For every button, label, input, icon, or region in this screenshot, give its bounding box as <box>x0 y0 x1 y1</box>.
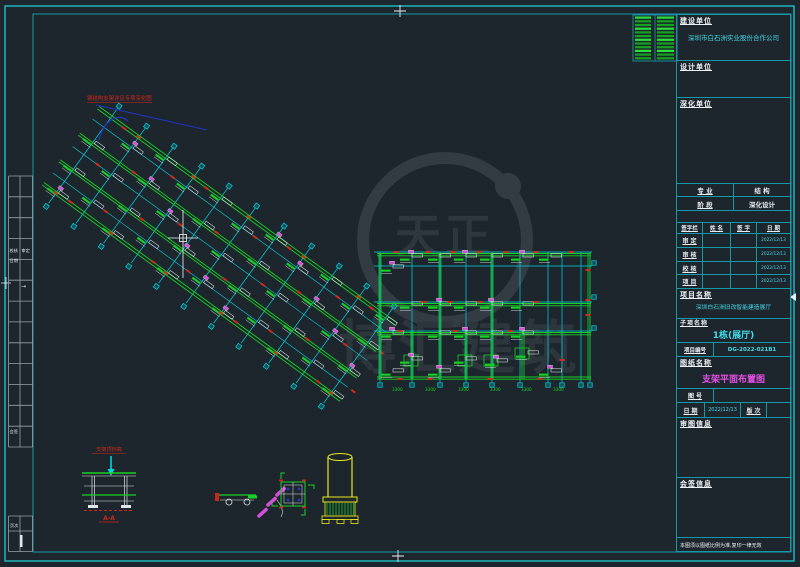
dim-label: 3300 <box>425 387 436 392</box>
dim-label: 3300 <box>458 387 469 392</box>
tianzheng-watermark: 天正 博汇建筑 <box>338 158 578 382</box>
sheet-note: 本图须以图纸比例为准,复印一律无效 <box>677 538 790 549</box>
stage-label: 阶 段 <box>677 197 734 210</box>
project-name-label: 项目名称 <box>677 289 790 299</box>
drawing-name-label: 图纸名称 <box>677 357 790 367</box>
sign-header-2: 签 字 <box>731 223 757 233</box>
review-section: 审图信息 <box>677 418 790 478</box>
strip-cell-1: 校核 <box>10 247 19 254</box>
watermark-text-2: 博汇建筑 <box>338 314 578 382</box>
strip-cell-4: 页次 <box>10 522 19 529</box>
countersign-label: 会签信息 <box>677 478 790 488</box>
deepen-label: 深化单位 <box>677 98 790 108</box>
project-no-label: 项目编号 <box>677 343 714 356</box>
sign-date: 2022/12/13 <box>757 248 790 261</box>
sign-row: 审 核 2022/12/13 <box>677 248 790 262</box>
red-note-text: 钢结构支架详见专项深化图 <box>87 94 152 102</box>
version-value <box>767 403 790 417</box>
strip-arrow: → <box>21 283 26 290</box>
owner-value: 深圳市白石洲实业股份合作公司 <box>677 32 790 42</box>
sign-role: 审 定 <box>677 234 703 247</box>
drawing-no-value <box>714 389 790 402</box>
sign-row: 审 定 2022/12/13 <box>677 234 790 248</box>
dimension-labels: 3300 3300 3300 3300 3300 3300 <box>392 387 564 392</box>
design-section: 设计单位 <box>677 61 790 98</box>
beam-detail <box>215 493 257 505</box>
watermark-text-1: 天正 <box>395 209 495 263</box>
left-signature-strip: 校核 审定 日期 → 会签 页次 <box>9 176 33 552</box>
cad-model-space: 天正 博汇建筑 校核 审定 日期 → 会签 页次 3300 3300 <box>0 0 800 567</box>
strip-cell-2: 审定 <box>22 247 30 254</box>
sign-role: 审 核 <box>677 248 703 261</box>
section-label: A-A <box>103 515 115 522</box>
profession-value: 结 构 <box>734 184 790 196</box>
project-no-row: 项目编号 DG-2022-021B1 <box>677 343 790 357</box>
sign-header-1: 姓 名 <box>703 223 731 233</box>
stage-value: 深化设计 <box>734 197 790 210</box>
left-center-mark <box>1 277 11 289</box>
red-annotation: 钢结构支架详见专项深化图 <box>87 94 207 140</box>
baseplate-detail <box>257 473 314 518</box>
sign-header-0: 签字栏 <box>677 223 703 233</box>
drawing-name-section: 图纸名称 支架平面布置图 <box>677 357 790 389</box>
stud-hatch <box>327 503 354 515</box>
review-label: 审图信息 <box>677 418 790 428</box>
subitem-value: 1栋(展厅) <box>677 328 790 341</box>
owner-section: 建设单位 深圳市白石洲实业股份合作公司 <box>677 15 790 61</box>
sign-date: 2022/12/13 <box>757 234 790 247</box>
sign-row: 校 核 2022/12/13 <box>677 262 790 275</box>
dim-label: 3300 <box>490 387 501 392</box>
top-center-mark <box>394 5 406 17</box>
dim-label: 3300 <box>553 387 564 392</box>
date-label: 日 期 <box>677 403 705 417</box>
drawing-no-row: 图 号 <box>677 389 790 403</box>
drawing-name-value: 支架平面布置图 <box>677 372 790 385</box>
spacer-row <box>677 211 790 223</box>
owner-label: 建设单位 <box>677 15 790 25</box>
date-row: 日 期 2022/12/13 版 次 <box>677 403 790 418</box>
sign-date: 2022/12/13 <box>757 275 790 288</box>
detail-top-label: 支架顶标高 <box>96 445 122 453</box>
sign-row: 项 目 2022/12/13 <box>677 275 790 289</box>
leader-line <box>96 105 207 130</box>
strip-glyph-bar <box>20 535 23 547</box>
sheet-note-row: 本图须以图纸比例为准,复印一律无效 <box>677 538 790 553</box>
stage-row: 阶 段 深化设计 <box>677 197 790 211</box>
dim-label: 3300 <box>521 387 532 392</box>
sign-header-row: 签字栏 姓 名 签 字 日 期 <box>677 223 790 234</box>
project-no-value: DG-2022-021B1 <box>714 343 790 356</box>
subitem-section: 子项名称 1栋(展厅) <box>677 319 790 343</box>
strip-cell-5: 日期 <box>10 258 18 264</box>
title-block: 建设单位 深圳市白石洲实业股份合作公司 设计单位 深化单位 专 业 结 构 阶 … <box>676 14 791 552</box>
version-label: 版 次 <box>741 403 767 417</box>
magenta-bar <box>257 507 269 518</box>
date-value: 2022/12/13 <box>705 403 741 417</box>
sign-role: 校 核 <box>677 262 703 274</box>
deepen-section: 深化单位 <box>677 98 790 184</box>
dim-label: 3300 <box>392 387 403 392</box>
profession-row: 专 业 结 构 <box>677 184 790 197</box>
countersign-section: 会签信息 <box>677 478 790 538</box>
approval-stamp-block <box>633 15 677 61</box>
profession-label: 专 业 <box>677 184 734 196</box>
column-base-detail <box>322 454 358 524</box>
project-name-section: 项目名称 深圳白石洲旧改智能建造展厅 <box>677 289 790 319</box>
drawing-no-label: 图 号 <box>677 389 714 402</box>
support-elevation-detail: 支架顶标高 A-A <box>82 445 136 522</box>
sign-date: 2022/12/13 <box>757 262 790 274</box>
design-label: 设计单位 <box>677 61 790 71</box>
project-name-value: 深圳白石洲旧改智能建造展厅 <box>677 302 790 311</box>
sign-role: 项 目 <box>677 275 703 288</box>
sign-header-3: 日 期 <box>757 223 790 233</box>
subitem-label: 子项名称 <box>677 319 790 328</box>
strip-cell-3: 会签 <box>10 428 19 435</box>
